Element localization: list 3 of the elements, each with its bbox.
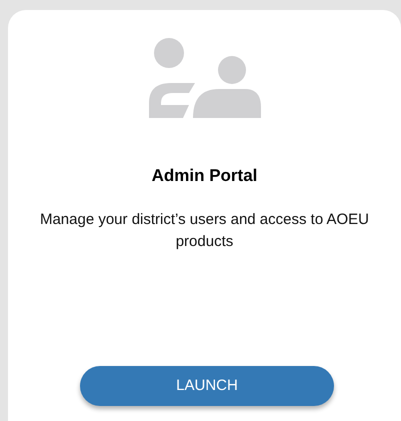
launch-button[interactable]: LAUNCH — [80, 366, 334, 406]
card-description: Manage your district’s users and access to AOEU products — [38, 210, 370, 252]
card-title: Admin Portal — [152, 165, 258, 187]
